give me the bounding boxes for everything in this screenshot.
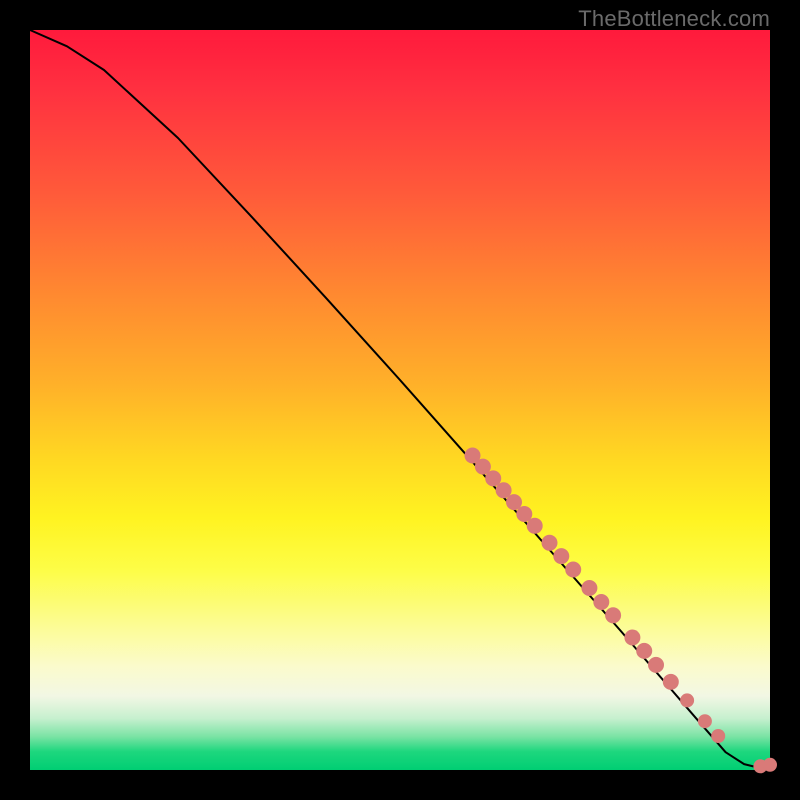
curve-marker: [542, 535, 558, 551]
curve-marker: [581, 580, 597, 596]
curve-marker: [593, 594, 609, 610]
curve-marker: [648, 657, 664, 673]
curve-marker: [663, 674, 679, 690]
curve-marker: [565, 562, 581, 578]
bottleneck-curve: [30, 30, 770, 768]
plot-area: [30, 30, 770, 770]
curve-marker: [680, 693, 694, 707]
chart-stage: TheBottleneck.com: [0, 0, 800, 800]
marker-group: [465, 448, 778, 774]
watermark-text: TheBottleneck.com: [578, 6, 770, 32]
curve-marker: [624, 630, 640, 646]
chart-svg: [30, 30, 770, 770]
curve-marker: [527, 518, 543, 534]
curve-marker: [698, 714, 712, 728]
curve-marker: [636, 643, 652, 659]
curve-marker: [605, 607, 621, 623]
curve-marker: [763, 758, 777, 772]
curve-marker: [711, 729, 725, 743]
curve-marker: [553, 548, 569, 564]
